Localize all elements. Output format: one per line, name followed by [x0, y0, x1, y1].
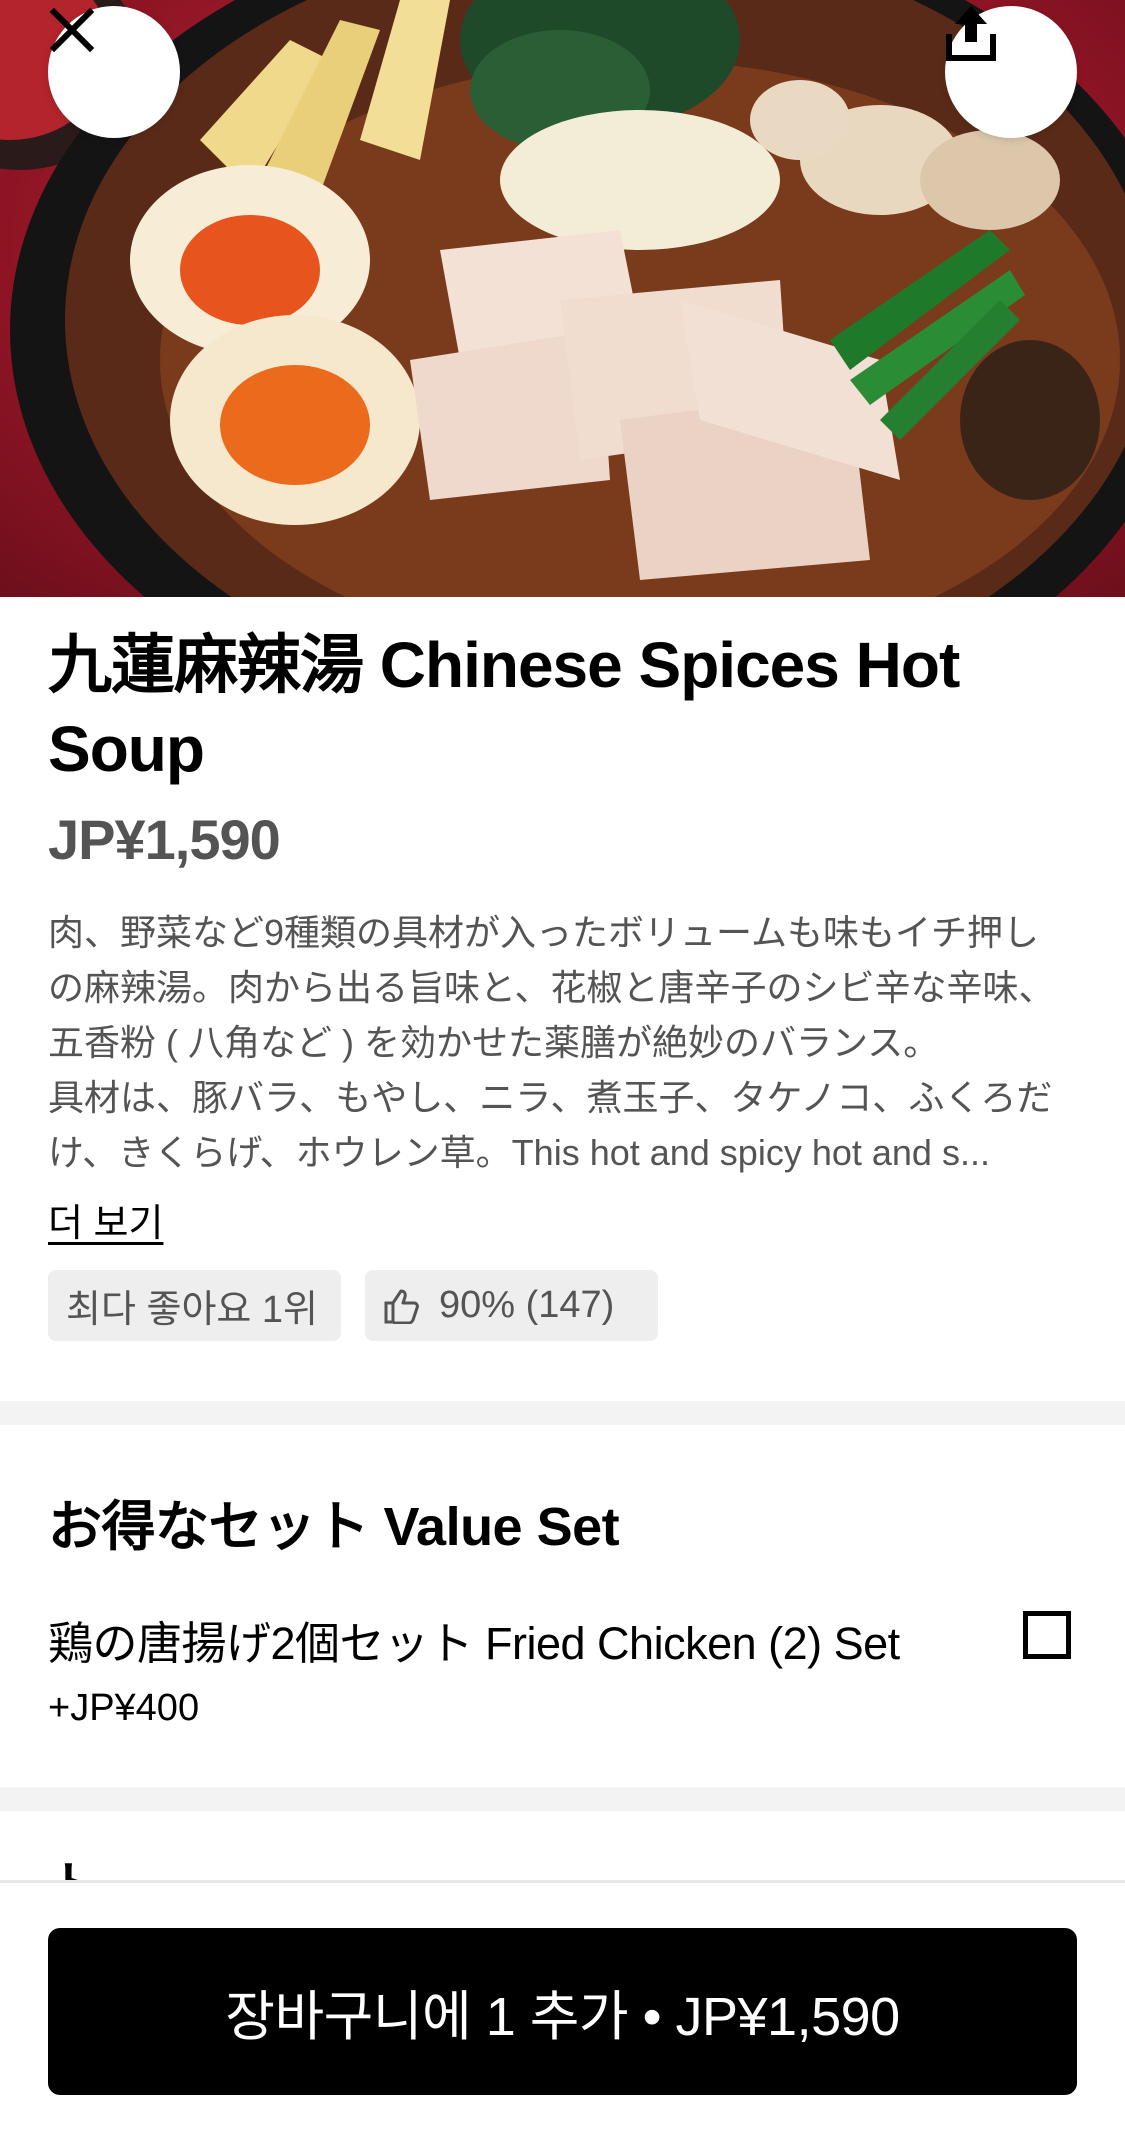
popularity-badge: 최다 좋아요 1위: [48, 1270, 341, 1341]
next-section-title: ト: [48, 1858, 102, 1880]
rating-value: 90% (147): [439, 1284, 615, 1326]
option-checkbox[interactable]: [1023, 1611, 1071, 1659]
bottom-action-bar: 장바구니에 1 추가 • JP¥1,590: [0, 1880, 1125, 2156]
description-line: 五香粉 ( 八角など ) を効かせた薬膳が絶妙のバランス。: [48, 1022, 940, 1063]
item-image: [0, 0, 1125, 597]
rating-badge: 90% (147): [365, 1270, 658, 1341]
value-set-title: お得なセット Value Set: [48, 1497, 620, 1557]
section-divider: [0, 1401, 1125, 1425]
description-line: の麻辣湯。肉から出る旨味と、花椒と唐辛子のシビ辛な辛味、: [48, 967, 1055, 1008]
share-button[interactable]: [945, 6, 1077, 138]
add-to-cart-button[interactable]: 장바구니에 1 추가 • JP¥1,590: [48, 1928, 1077, 2095]
option-price: +JP¥400: [48, 1687, 200, 1729]
section-divider: [0, 1787, 1125, 1811]
description-line: 肉、野菜など9種類の具材が入ったボリュームも味もイチ押し: [48, 912, 1039, 953]
option-label: 鶏の唐揚げ2個セット Fried Chicken (2) Set: [48, 1618, 900, 1669]
add-to-cart-label: 장바구니에 1 추가 • JP¥1,590: [225, 1987, 900, 2047]
item-description: 肉、野菜など9種類の具材が入ったボリュームも味もイチ押し の麻辣湯。肉から出る旨…: [48, 905, 1078, 1180]
thumbs-up-icon: [383, 1288, 421, 1324]
item-price: JP¥1,590: [48, 808, 281, 871]
popularity-badge-label: 최다 좋아요 1위: [66, 1289, 319, 1331]
description-line: け、きくらげ、ホウレン草。This hot and spicy hot and …: [48, 1132, 990, 1173]
close-button[interactable]: [48, 6, 180, 138]
see-more-link[interactable]: 더 보기: [48, 1192, 163, 1247]
item-title: 九蓮麻辣湯 Chinese Spices Hot Soup: [48, 629, 960, 785]
description-line: 具材は、豚バラ、もやし、ニラ、煮玉子、タケノコ、ふくろだ: [48, 1077, 1053, 1118]
